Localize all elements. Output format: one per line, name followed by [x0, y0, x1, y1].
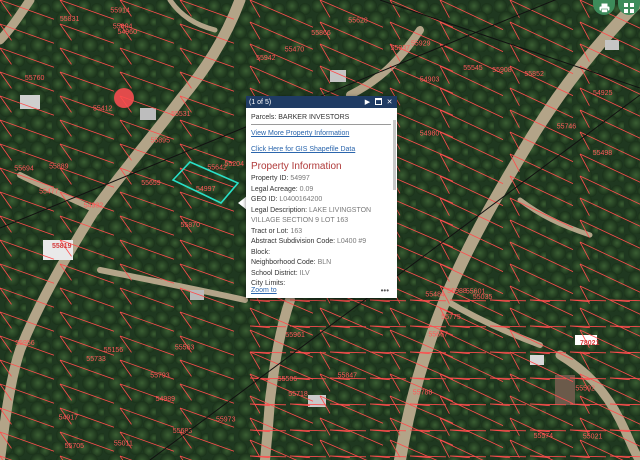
- field-label: Tract or Lot:: [251, 227, 289, 235]
- parcel-number-label: 55705: [65, 443, 85, 450]
- popup-scrollbar[interactable]: [393, 120, 396, 190]
- property-field-row: Abstract Subdivision Code: L0400 #9: [251, 237, 391, 248]
- maximize-icon[interactable]: [374, 97, 383, 107]
- parcel-number-label: 55694: [14, 165, 34, 172]
- parcel-number-label: 55412: [93, 106, 113, 113]
- parcel-number-label: 55870: [181, 222, 201, 229]
- field-label: Abstract Subdivision Code:: [251, 238, 336, 245]
- parcel-number-label: 54980: [420, 131, 440, 138]
- field-value: 0.09: [299, 185, 314, 193]
- property-field-row: Neighborhood Code: BLN: [251, 258, 391, 269]
- field-label: GEO ID:: [251, 196, 278, 203]
- parcel-number-label: 54932: [84, 203, 104, 210]
- next-feature-icon[interactable]: ▶: [363, 98, 372, 106]
- parcel-number-label: 55775: [441, 314, 461, 321]
- parcel-number-label: 55937: [391, 45, 411, 52]
- parcel-number-label: 55847: [338, 373, 358, 380]
- parcel-number-label: 54917: [59, 415, 79, 422]
- field-value: ILV: [299, 269, 310, 277]
- parcel-number-label: 55866: [311, 30, 331, 37]
- view-more-info-link[interactable]: View More Property Information: [251, 130, 391, 137]
- parcel-number-label: 55908: [492, 67, 512, 74]
- parcel-number-label: 55746: [557, 123, 577, 130]
- parcel-number-label: 55574: [534, 433, 554, 440]
- parcel-number-label: 55804: [113, 24, 133, 31]
- parcel-number-label: 55667: [428, 331, 448, 338]
- parcel-number-label: 55484: [425, 292, 445, 299]
- parcel-number-label: 55914: [110, 7, 130, 14]
- field-value: L0400 #9: [337, 238, 367, 245]
- parcel-number-label: 55021: [583, 434, 603, 441]
- popup-body: Parcels: BARKER INVESTORS View More Prop…: [246, 108, 397, 297]
- parcel-number-label: 55831: [60, 16, 80, 23]
- property-field-row: Block:: [251, 248, 391, 259]
- parcel-info-popup: (1 of 5) ▶ ✕ Parcels: BARKER INVESTORS V…: [246, 96, 397, 298]
- field-label: Property ID:: [251, 175, 289, 182]
- property-field-row: Legal Acreage: 0.09: [251, 185, 391, 196]
- parcels-value: BARKER INVESTORS: [278, 114, 350, 121]
- parcel-number-label: 55628: [348, 18, 368, 25]
- parcel-number-label: 55477: [39, 188, 59, 195]
- popup-header: (1 of 5) ▶ ✕: [246, 96, 397, 108]
- parcel-number-label: 55760: [25, 75, 45, 82]
- gis-shapefile-link[interactable]: Click Here for GIS Shapefile Data: [251, 146, 391, 153]
- parcel-number-label: 55988: [447, 288, 467, 295]
- property-field-row: Tract or Lot: 163: [251, 227, 391, 238]
- popup-pager: (1 of 5): [249, 98, 272, 106]
- parcel-number-label: 55204: [225, 161, 245, 168]
- parcel-number-label: 55506: [278, 376, 298, 383]
- field-label: Neighborhood Code:: [251, 259, 316, 266]
- parcel-number-label: 78021: [580, 340, 600, 347]
- property-field-row: Legal Description: LAKE LIVINGSTON VILLA…: [251, 206, 391, 227]
- parcel-number-label: 55793: [150, 372, 170, 379]
- property-field-row: Property ID: 54997: [251, 174, 391, 185]
- parcel-number-label: 54925: [593, 90, 613, 97]
- field-value: BLN: [317, 259, 332, 266]
- popup-footer: Zoom to •••: [251, 286, 389, 295]
- parcel-number-label: 55545: [463, 65, 483, 72]
- parcel-number-label: 55889: [49, 164, 69, 171]
- field-label: Block:: [251, 248, 271, 256]
- parcel-number-label: 55942: [256, 55, 276, 62]
- field-label: School District:: [251, 269, 298, 277]
- parcel-number-label: 55895: [151, 137, 171, 144]
- close-icon[interactable]: ✕: [385, 98, 394, 106]
- parcel-number-label: 54989: [156, 396, 176, 403]
- field-label: Legal Acreage:: [251, 185, 298, 193]
- parcel-number-label: 55659: [141, 180, 161, 187]
- parcel-number-label: 55563: [175, 344, 195, 351]
- property-field-row: GEO ID: L0400164200: [251, 195, 391, 206]
- parcel-number-label: 55156: [104, 347, 124, 354]
- more-actions-icon[interactable]: •••: [381, 286, 389, 295]
- parcel-number-label: 55973: [216, 416, 236, 423]
- parcel-number-label: 55852: [524, 71, 544, 78]
- field-label: Legal Description:: [251, 206, 308, 214]
- field-value: L0400164200: [279, 196, 323, 203]
- parcel-number-label: 55788: [413, 390, 433, 397]
- parcel-number-label: 55961: [285, 332, 305, 339]
- parcel-number-label: 55498: [593, 150, 613, 157]
- parcels-label: Parcels:: [251, 114, 277, 121]
- parcel-number-label: 55601: [466, 289, 486, 296]
- parcel-number-label: 55470: [285, 47, 305, 54]
- field-value: 54997: [290, 175, 310, 182]
- parcel-number-label: 55819: [52, 243, 72, 250]
- property-fields: Property ID: 54997 Legal Acreage: 0.09 GEO…: [251, 174, 391, 290]
- parcel-number-label: 55929: [411, 41, 431, 48]
- parcel-number-label: 55718: [288, 391, 308, 398]
- section-title: Property Information: [251, 161, 342, 172]
- field-value: 163: [290, 227, 303, 235]
- property-field-row: School District: ILV: [251, 269, 391, 280]
- zoom-to-link[interactable]: Zoom to: [251, 287, 277, 294]
- parcel-number-label: 55733: [86, 356, 106, 363]
- parcel-number-label: 55592: [575, 386, 595, 393]
- parcels-title: Parcels: BARKER INVESTORS: [251, 114, 391, 125]
- parcel-number-label: 54903: [420, 77, 440, 84]
- parcel-number-label: 55956: [15, 340, 35, 347]
- parcel-number-label: 55011: [114, 441, 133, 448]
- parcel-number-label: 55531: [171, 111, 191, 118]
